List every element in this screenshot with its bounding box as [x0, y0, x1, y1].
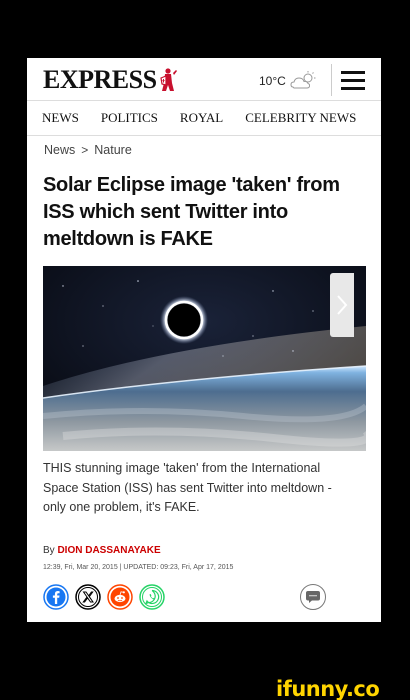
- author-link[interactable]: DION DASSANAYAKE: [57, 545, 160, 556]
- nav-item-royal[interactable]: ROYAL: [180, 110, 223, 126]
- article-headline: Solar Eclipse image 'taken' from ISS whi…: [43, 174, 340, 250]
- hamburger-menu-icon[interactable]: [331, 64, 373, 96]
- crusader-logo-icon: [159, 68, 177, 91]
- dateline: 12:39, Fri, Mar 20, 2015 | UPDATED: 09:2…: [43, 564, 234, 571]
- watermark-text: ifunny.co: [276, 677, 380, 700]
- breadcrumb-nature[interactable]: Nature: [94, 143, 132, 157]
- nav-item-celebrity-news[interactable]: CELEBRITY NEWS: [245, 110, 356, 126]
- by-label: By: [43, 545, 55, 556]
- logo-text: EXPRESS: [43, 65, 157, 94]
- main-nav: NEWS POLITICS ROYAL CELEBRITY NEWS: [27, 100, 381, 136]
- temperature: 10°C: [259, 74, 286, 88]
- nav-item-news[interactable]: NEWS: [42, 110, 79, 126]
- partly-cloudy-icon: [290, 71, 316, 89]
- express-logo[interactable]: EXPRESS: [43, 65, 179, 95]
- hero-image[interactable]: [43, 266, 366, 451]
- ifunny-watermark: ifunny.co: [276, 677, 380, 700]
- carousel-next-button[interactable]: [330, 273, 354, 337]
- whatsapp-share-icon[interactable]: [139, 584, 165, 610]
- article-summary: THIS stunning image 'taken' from the Int…: [43, 461, 332, 514]
- reddit-share-icon[interactable]: [107, 584, 133, 610]
- chevron-right-icon: >: [81, 143, 89, 157]
- article-card: EXPRESS 10°C NEWS POLITICS ROYAL CELEBRI…: [27, 58, 381, 622]
- breadcrumb-news[interactable]: News: [44, 143, 75, 157]
- share-bar: [43, 584, 165, 610]
- x-share-icon[interactable]: [75, 584, 101, 610]
- nav-item-politics[interactable]: POLITICS: [101, 110, 158, 126]
- byline: By DION DASSANAYAKE: [43, 545, 161, 556]
- eclipse-earth-image: [43, 266, 366, 451]
- chevron-right-icon: [337, 295, 348, 315]
- facebook-share-icon[interactable]: [43, 584, 69, 610]
- site-header: EXPRESS 10°C: [27, 58, 381, 100]
- weather-widget[interactable]: 10°C: [259, 70, 318, 92]
- comment-bubble-icon[interactable]: [300, 584, 326, 610]
- breadcrumb: News > Nature: [44, 143, 132, 157]
